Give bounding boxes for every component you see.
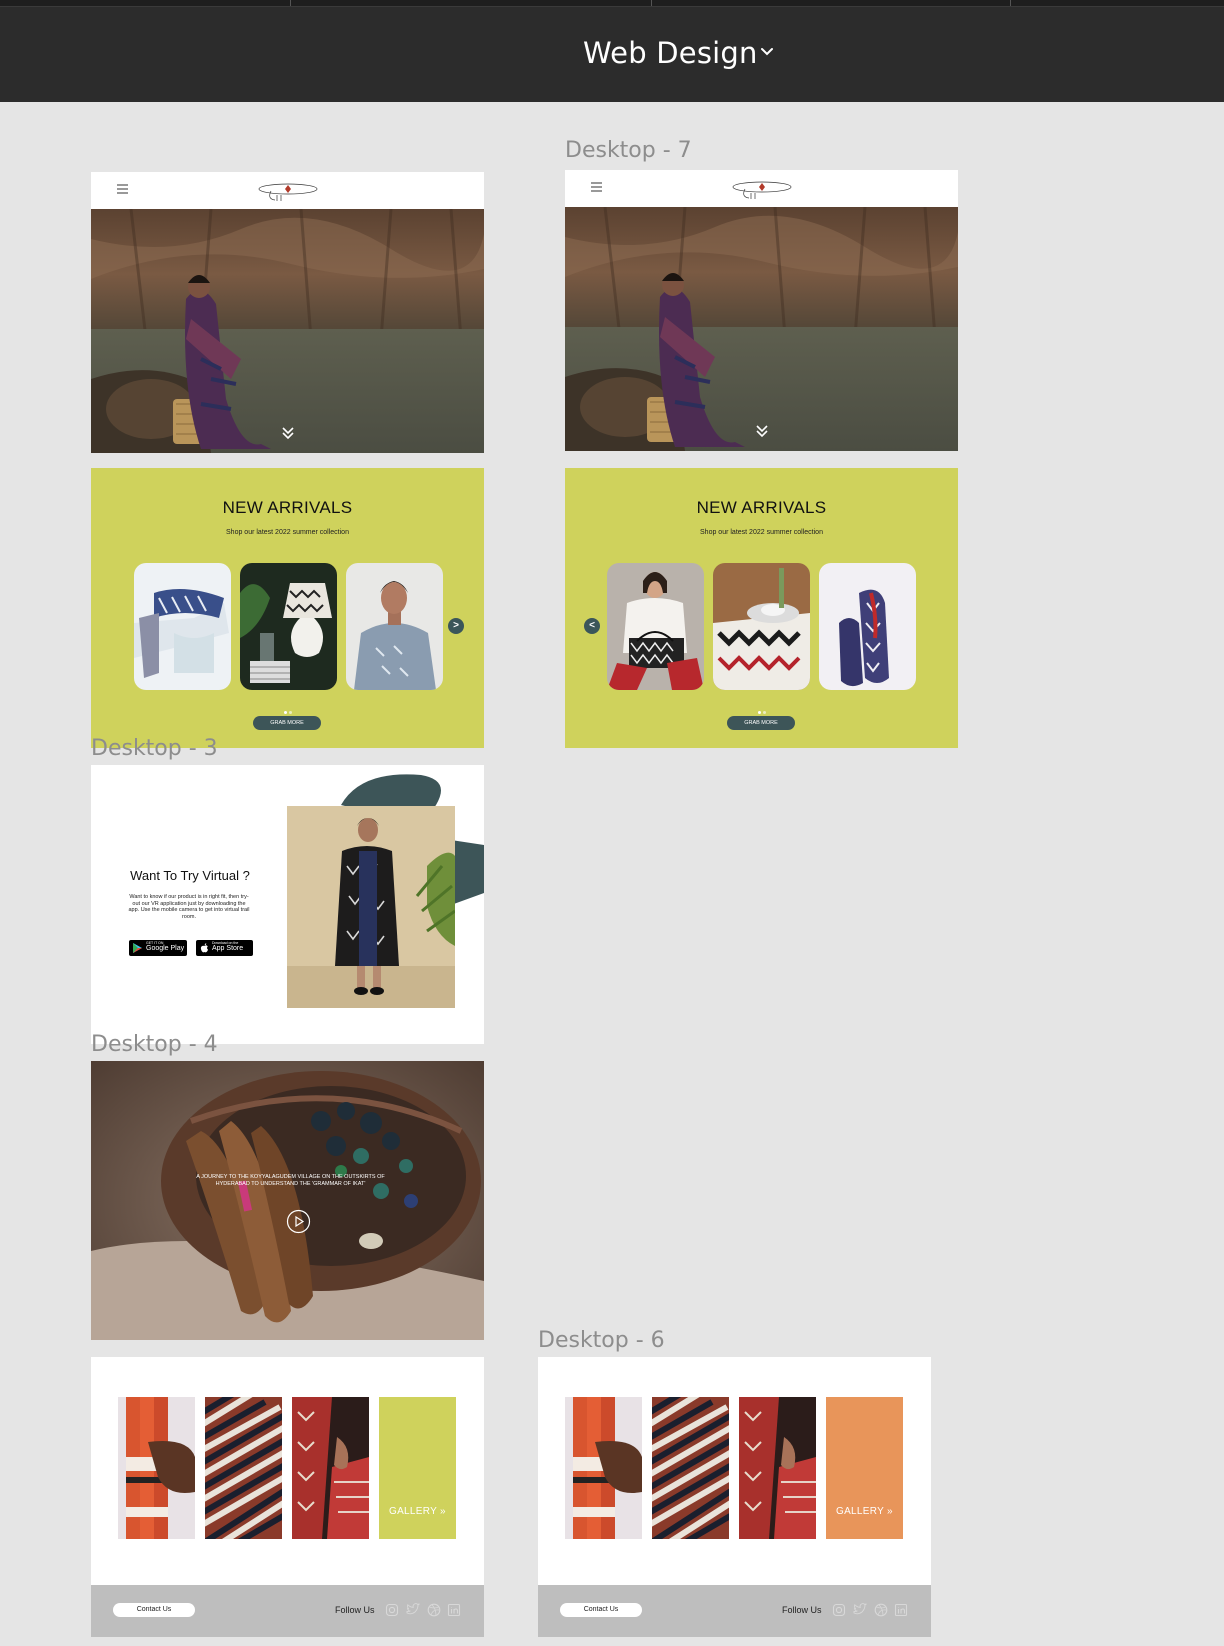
hero-image <box>91 209 484 453</box>
project-title[interactable]: Web Design <box>583 36 758 70</box>
apple-icon <box>200 943 208 953</box>
model-photo <box>287 806 455 1008</box>
dribbble-icon[interactable] <box>427 1603 441 1617</box>
arrivals-subtitle: Shop our latest 2022 summer collection <box>700 529 823 536</box>
product-card[interactable] <box>346 563 443 690</box>
site-footer: Contact Us Follow Us <box>538 1585 931 1637</box>
hamburger-icon[interactable] <box>117 184 128 194</box>
gallery-label: GALLERY » <box>389 1506 446 1517</box>
double-chevron-down-icon[interactable] <box>755 423 769 439</box>
linkedin-icon[interactable] <box>447 1603 461 1617</box>
frame-label-desktop-6[interactable]: Desktop - 6 <box>538 1328 665 1353</box>
product-card[interactable] <box>713 563 810 690</box>
gallery-image <box>292 1397 369 1539</box>
gallery-tile[interactable] <box>118 1397 195 1539</box>
gallery-button[interactable]: GALLERY » <box>826 1397 903 1539</box>
model-image <box>287 806 455 1008</box>
tab-separator <box>1010 0 1011 6</box>
desktop-3-frame[interactable]: Want To Try Virtual ? Want to know if ou… <box>91 765 484 1044</box>
brand-logo <box>258 183 318 201</box>
google-play-icon <box>133 943 142 953</box>
play-icon[interactable] <box>286 1209 311 1234</box>
instagram-icon[interactable] <box>832 1603 846 1617</box>
frame-label-desktop-7[interactable]: Desktop - 7 <box>565 138 692 163</box>
product-card[interactable] <box>607 563 704 690</box>
gallery-tile[interactable] <box>652 1397 729 1539</box>
gallery-tile[interactable] <box>292 1397 369 1539</box>
product-card[interactable] <box>240 563 337 690</box>
gallery-image <box>739 1397 816 1539</box>
desktop-4-frame[interactable]: A JOURNEY TO THE KOYYALAGUDEM VILLAGE ON… <box>91 1061 484 1340</box>
gallery-footer-frame[interactable]: GALLERY » Contact Us Follow Us <box>91 1357 484 1637</box>
frame-label-desktop-3[interactable]: Desktop - 3 <box>91 736 218 761</box>
contact-us-button[interactable]: Contact Us <box>560 1603 642 1617</box>
arrivals-subtitle: Shop our latest 2022 summer collection <box>226 529 349 536</box>
product-card[interactable] <box>134 563 231 690</box>
tab-separator <box>290 0 291 6</box>
site-header <box>565 170 958 207</box>
gallery-label: GALLERY » <box>836 1506 893 1517</box>
twitter-icon[interactable] <box>853 1603 867 1617</box>
product-image <box>240 563 337 690</box>
google-play-label: Google Play <box>146 945 185 952</box>
hero-photo <box>565 207 958 451</box>
product-image <box>713 563 810 690</box>
gallery-image <box>205 1397 282 1539</box>
carousel-prev-button[interactable]: < <box>584 618 600 634</box>
product-image <box>607 563 704 690</box>
gallery-tile[interactable] <box>739 1397 816 1539</box>
new-arrivals-frame[interactable]: NEW ARRIVALS Shop our latest 2022 summer… <box>91 468 484 748</box>
double-chevron-down-icon[interactable] <box>281 425 295 441</box>
dribbble-icon[interactable] <box>874 1603 888 1617</box>
virtual-body: Want to know if our product is in right … <box>128 894 250 920</box>
chevron-down-icon[interactable] <box>757 42 777 62</box>
carousel-next-button[interactable]: > <box>448 618 464 634</box>
home-hero-frame[interactable] <box>91 172 484 453</box>
arrivals-title: NEW ARRIVALS <box>222 498 353 517</box>
new-arrivals-frame[interactable]: NEW ARRIVALS Shop our latest 2022 summer… <box>565 468 958 748</box>
product-card[interactable] <box>819 563 916 690</box>
new-arrivals-section: NEW ARRIVALS Shop our latest 2022 summer… <box>565 468 958 748</box>
desktop-7-frame[interactable] <box>565 170 958 451</box>
site-footer: Contact Us Follow Us <box>91 1585 484 1637</box>
hero-image <box>565 207 958 451</box>
brand-logo <box>732 181 792 199</box>
gallery-image <box>652 1397 729 1539</box>
product-image <box>346 563 443 690</box>
top-toolbar: Web Design <box>0 0 1224 102</box>
gallery-image <box>565 1397 642 1539</box>
linkedin-icon[interactable] <box>894 1603 908 1617</box>
gallery-tile[interactable] <box>205 1397 282 1539</box>
hamburger-icon[interactable] <box>591 182 602 192</box>
follow-us-label: Follow Us <box>335 1605 375 1615</box>
gallery-tile[interactable] <box>565 1397 642 1539</box>
app-store-label: App Store <box>212 945 244 952</box>
desktop-6-frame[interactable]: GALLERY » Contact Us Follow Us <box>538 1357 931 1637</box>
contact-us-button[interactable]: Contact Us <box>113 1603 195 1617</box>
site-header <box>91 172 484 209</box>
journey-caption: A JOURNEY TO THE KOYYALAGUDEM VILLAGE ON… <box>196 1174 385 1187</box>
new-arrivals-section: NEW ARRIVALS Shop our latest 2022 summer… <box>91 468 484 748</box>
grab-more-button[interactable]: GRAB MORE <box>727 716 795 730</box>
follow-us-label: Follow Us <box>782 1605 822 1615</box>
app-store-button[interactable]: Download on the App Store <box>196 940 253 956</box>
google-play-button[interactable]: GET IT ON Google Play <box>129 940 187 956</box>
grab-more-button[interactable]: GRAB MORE <box>253 716 321 730</box>
tab-separator <box>651 0 652 6</box>
hero-photo <box>91 209 484 453</box>
frame-label-desktop-4[interactable]: Desktop - 4 <box>91 1032 218 1057</box>
weaving-basket-photo <box>91 1061 484 1340</box>
virtual-title: Want To Try Virtual ? <box>130 868 250 883</box>
gallery-image <box>118 1397 195 1539</box>
gallery-button[interactable]: GALLERY » <box>379 1397 456 1539</box>
instagram-icon[interactable] <box>385 1603 399 1617</box>
product-image <box>134 563 231 690</box>
twitter-icon[interactable] <box>406 1603 420 1617</box>
product-image <box>819 563 916 690</box>
arrivals-title: NEW ARRIVALS <box>696 498 827 517</box>
tab-strip <box>0 0 1224 7</box>
